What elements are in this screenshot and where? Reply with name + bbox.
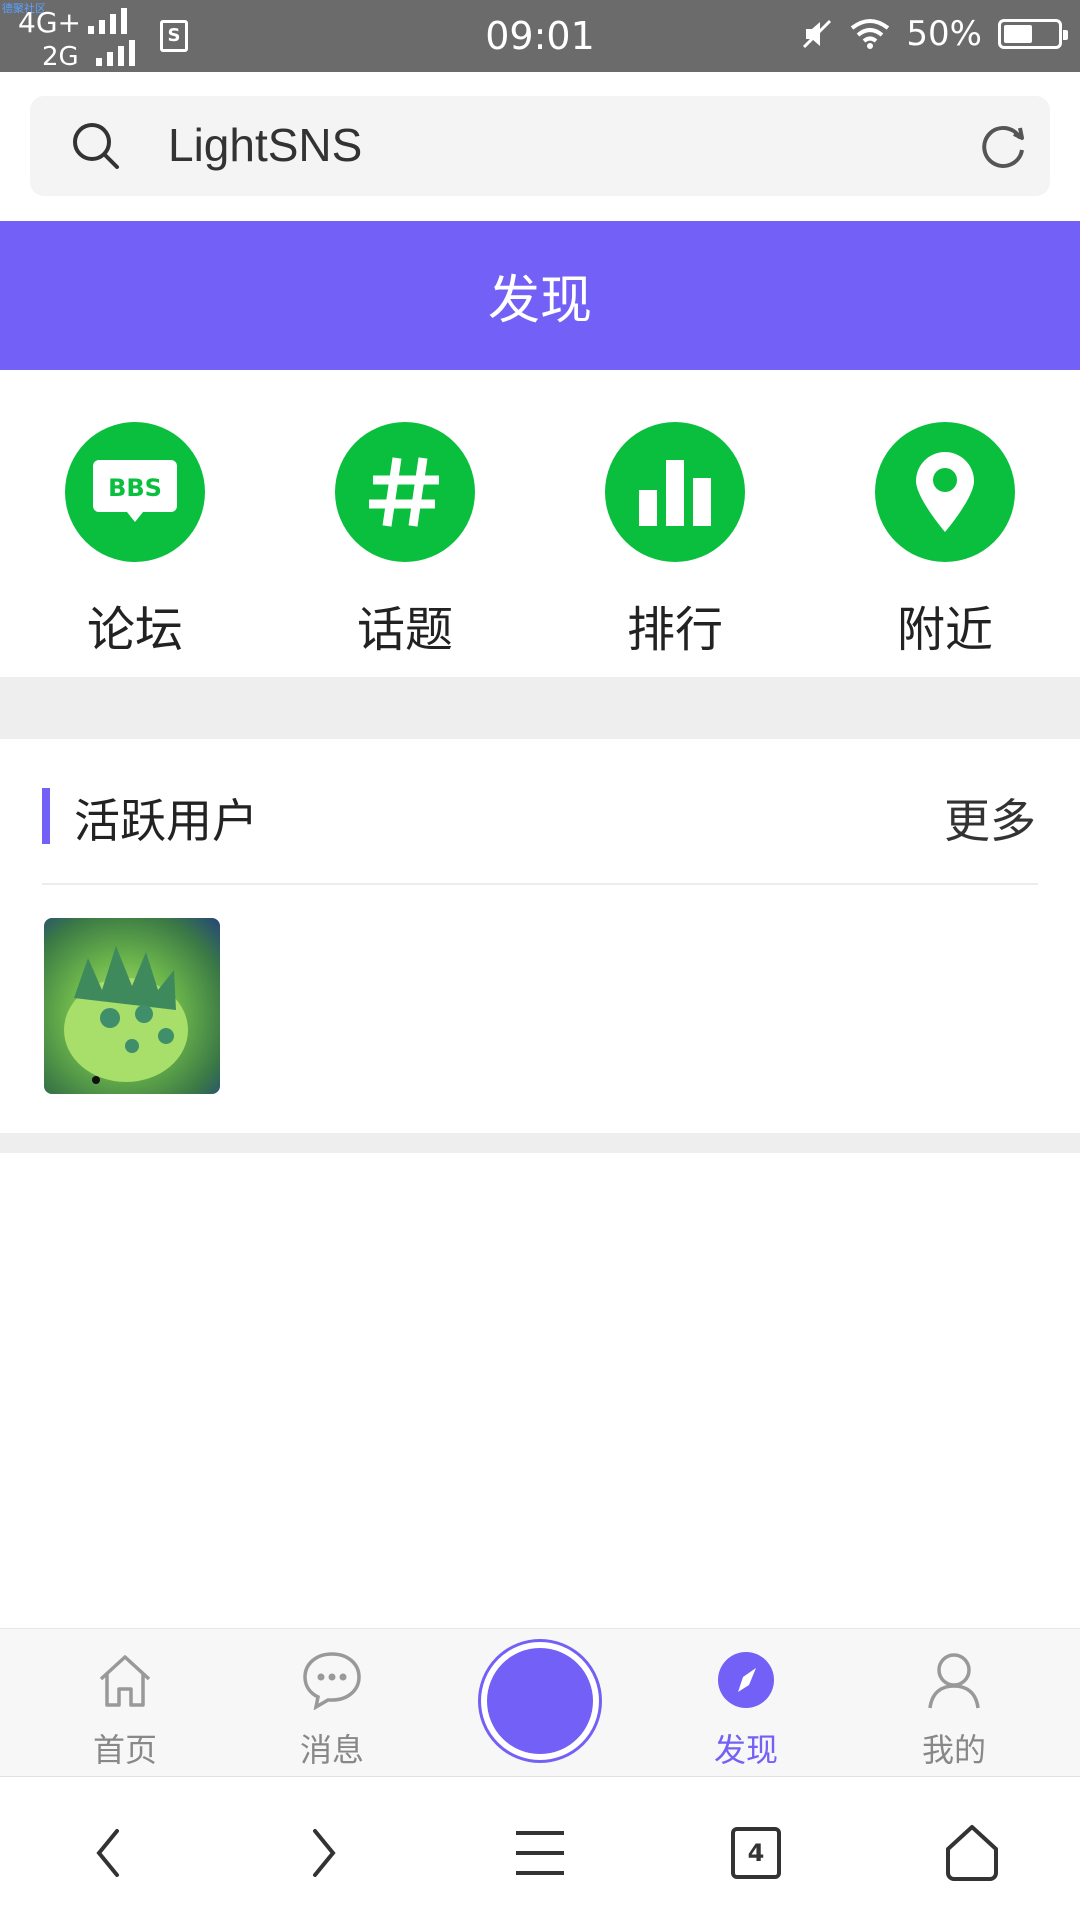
more-link[interactable]: 更多 [944, 785, 1036, 851]
quick-item-forum[interactable]: BBS 论坛 [35, 370, 235, 677]
quick-item-topic[interactable]: 话题 [305, 370, 505, 677]
bbs-icon-text: BBS [108, 474, 162, 502]
hashtag-icon [335, 422, 475, 562]
wifi-icon [851, 19, 890, 49]
status-bar: 德聚社区 4G+ 2G S 09:01 50% [0, 0, 1080, 72]
tab-profile[interactable]: 我的 [874, 1645, 1034, 1771]
location-pin-icon [875, 422, 1015, 562]
chat-bubble-icon [303, 1652, 361, 1710]
quick-menu: BBS 论坛 话题 排行 附近 [0, 370, 1080, 677]
quick-item-label: 排行 [626, 602, 723, 658]
user-avatar[interactable] [44, 918, 220, 1094]
chevron-right-icon [313, 1829, 336, 1877]
active-users-header: 活跃用户 更多 [0, 739, 1080, 884]
forward-button[interactable] [284, 1821, 364, 1885]
bottom-tab-bar: 首页 消息 发现 我的 [0, 1628, 1080, 1777]
quick-item-label: 话题 [356, 602, 453, 658]
tab-label: 消息 [299, 1731, 364, 1769]
tabs-icon: 4 [731, 1827, 781, 1879]
quick-item-nearby[interactable]: 附近 [845, 370, 1045, 677]
section-accent-bar [42, 788, 50, 844]
tab-discover[interactable]: 发现 [666, 1645, 826, 1771]
search-bar[interactable]: LightSNS [30, 96, 1050, 196]
tab-count: 4 [747, 1839, 765, 1867]
quick-item-label: 论坛 [86, 602, 183, 658]
home-outline-icon [946, 1825, 998, 1881]
tab-messages[interactable]: 消息 [252, 1645, 412, 1771]
refresh-icon[interactable] [976, 120, 1030, 174]
publish-button[interactable] [478, 1639, 602, 1763]
menu-icon [516, 1831, 564, 1875]
page-title-text: 发现 [487, 271, 592, 331]
tabs-button[interactable]: 4 [716, 1821, 796, 1885]
menu-button[interactable] [500, 1821, 580, 1885]
bar-chart-icon [605, 422, 745, 562]
search-input[interactable]: LightSNS [168, 118, 362, 172]
user-icon [928, 1653, 980, 1709]
battery-icon [998, 19, 1068, 49]
section-spacer [0, 1133, 1080, 1153]
tab-home[interactable]: 首页 [45, 1645, 205, 1771]
battery-percent: 50% [906, 14, 982, 54]
quick-item-ranking[interactable]: 排行 [575, 370, 775, 677]
home-button[interactable] [932, 1821, 1012, 1885]
back-button[interactable] [68, 1821, 148, 1885]
tab-label: 发现 [713, 1731, 778, 1769]
bbs-icon: BBS [65, 422, 205, 562]
search-icon [73, 123, 119, 169]
tab-label: 我的 [921, 1731, 986, 1769]
page-title: 发现 [0, 221, 1080, 370]
home-icon [99, 1655, 151, 1707]
divider [42, 883, 1038, 885]
chevron-left-icon [96, 1829, 119, 1877]
system-navigation-bar: 4 [0, 1776, 1080, 1921]
tab-label: 首页 [92, 1731, 157, 1769]
quick-item-label: 附近 [896, 602, 993, 658]
compass-icon [718, 1652, 774, 1708]
section-spacer [0, 677, 1080, 739]
section-title: 活跃用户 [74, 794, 258, 848]
mute-icon [803, 19, 832, 49]
